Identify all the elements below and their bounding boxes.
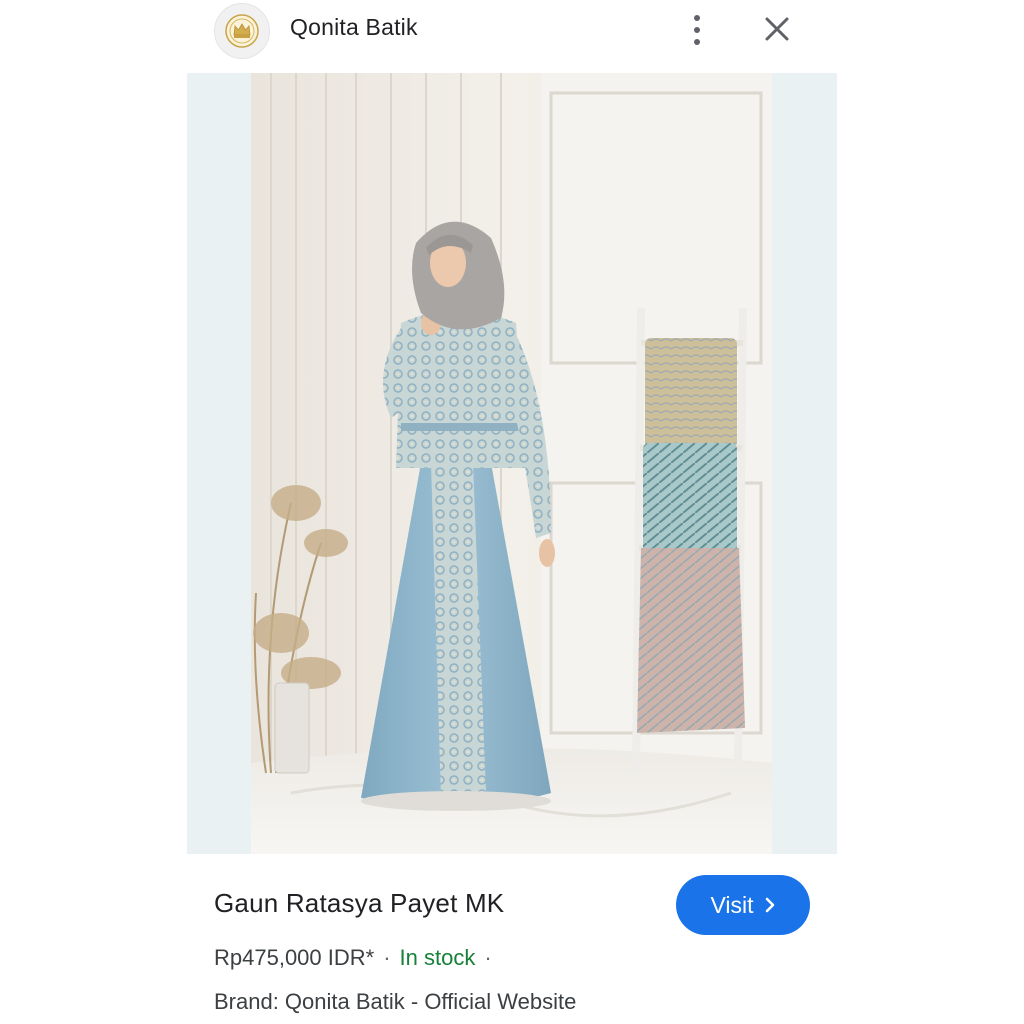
more-vertical-icon-dot	[694, 27, 700, 33]
product-image-panel[interactable]	[187, 73, 837, 854]
separator: ·	[383, 945, 391, 970]
separator-trailing: ·	[484, 945, 492, 970]
site-name: Qonita Batik	[290, 14, 418, 40]
price: Rp475,000 IDR*	[214, 945, 375, 970]
close-button[interactable]	[760, 12, 794, 46]
top-bar: Qonita Batik	[0, 0, 1024, 72]
more-vertical-icon	[694, 15, 700, 21]
close-icon	[765, 17, 789, 41]
chevron-right-icon	[765, 897, 774, 913]
site-logo[interactable]	[214, 3, 270, 59]
crown-emblem-icon	[225, 14, 259, 48]
visit-button-label: Visit	[710, 891, 754, 918]
product-title[interactable]: Gaun Ratasya Payet MK	[214, 888, 504, 919]
brand-line: Brand: Qonita Batik - Official Website	[214, 989, 577, 1014]
price-line: Rp475,000 IDR* · In stock ·	[214, 945, 501, 971]
more-vertical-icon-dot	[694, 39, 700, 45]
stock-status: In stock	[399, 945, 476, 970]
visit-button[interactable]: Visit	[676, 875, 810, 935]
more-options-button[interactable]	[680, 10, 714, 50]
product-photo	[251, 73, 772, 854]
